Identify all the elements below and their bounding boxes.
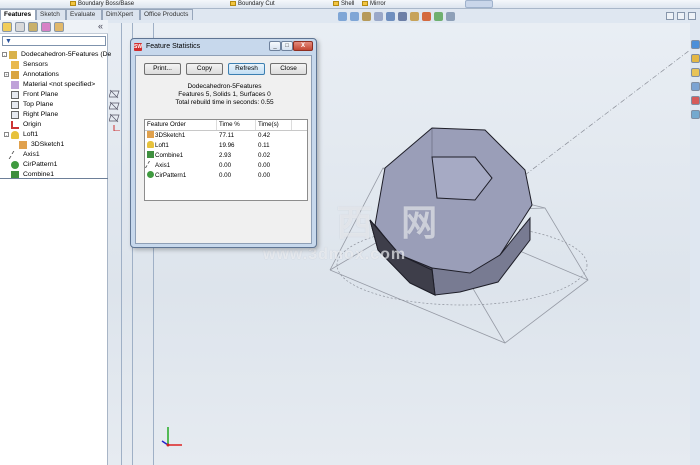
copy-button[interactable]: Copy: [186, 63, 223, 75]
tree-item-label: 3DSketch1: [31, 141, 65, 148]
row-feature-name: Axis1: [155, 162, 171, 169]
tree-item-label: Top Plane: [23, 101, 54, 108]
row-feature-cell: 3DSketch1: [147, 131, 185, 141]
row-time-percent: 19.96: [219, 142, 235, 149]
circular-pattern-icon: [147, 171, 154, 178]
tree-item-label: Loft1: [23, 131, 39, 138]
sketch3d-icon: [147, 131, 154, 138]
loft-icon: [11, 131, 19, 139]
watermark-url: www.3dmox.com: [263, 246, 407, 263]
refresh-button[interactable]: Refresh: [228, 63, 265, 75]
dialog-window-buttons: _ □ X: [269, 41, 313, 51]
tree-item-label: Annotations: [23, 71, 59, 78]
visibility-marker: [109, 101, 120, 111]
row-feature-name: Combine1: [155, 152, 184, 159]
summary-rebuild-time: Total rebuild time in seconds: 0.55: [175, 99, 274, 106]
column-header-feature-order[interactable]: Feature Order: [145, 120, 217, 130]
featuremanager-panel: « ▼ - Dodecahedron-5Features (De Sensors…: [0, 20, 112, 465]
expand-toggle[interactable]: -: [2, 52, 7, 57]
row-feature-cell: Combine1: [147, 151, 183, 161]
row-feature-name: 3DSketch1: [155, 132, 186, 139]
column-header-time-percent[interactable]: Time %: [217, 120, 256, 130]
sketch3d-icon: [19, 141, 27, 149]
row-feature-cell: CirPattern1: [147, 171, 186, 181]
summary-counts: Features 5, Solids 1, Surfaces 0: [178, 91, 271, 98]
row-time-seconds: 0.02: [258, 152, 271, 159]
minimize-button[interactable]: _: [269, 41, 281, 51]
expand-toggle[interactable]: +: [4, 72, 9, 77]
axis-icon: [8, 151, 22, 159]
summary-model-name: Dodecahedron-5Features: [187, 83, 262, 90]
material-icon: [11, 81, 19, 89]
close-window-button[interactable]: X: [293, 41, 313, 51]
part-icon: [9, 51, 17, 59]
tree-item-label: Sensors: [23, 61, 48, 68]
rollback-bar[interactable]: [0, 178, 108, 179]
loft-icon: [147, 141, 154, 148]
tree-item-label: Origin: [23, 121, 42, 128]
origin-icon: [11, 121, 19, 129]
close-button[interactable]: Close: [270, 63, 307, 75]
row-time-percent: 77.11: [219, 132, 235, 139]
featuremanager-toolbar: «: [0, 20, 108, 34]
visibility-marker: [113, 125, 120, 131]
annotation-icon: [11, 71, 19, 79]
tree-item-label: CirPattern1: [23, 161, 58, 168]
featuremanager-tree-icon[interactable]: [2, 22, 12, 32]
table-row[interactable]: Loft1 19.96 0.11: [145, 141, 307, 151]
row-feature-cell: Axis1: [144, 161, 171, 171]
propertymanager-icon[interactable]: [15, 22, 25, 32]
solidworks-logo-icon: SW: [134, 43, 143, 51]
table-row[interactable]: 3DSketch1 77.11 0.42: [145, 131, 307, 141]
circular-pattern-icon: [11, 161, 19, 169]
feature-statistics-table: Feature Order Time % Time(s) 3DSketch1 7…: [144, 119, 308, 201]
plane-icon: [11, 91, 19, 99]
visibility-marker: [109, 113, 120, 123]
collapse-panel-icon[interactable]: «: [98, 21, 103, 31]
plane-visibility-markers: [109, 89, 120, 131]
axis-line: [524, 49, 691, 176]
feature-statistics-dialog: SW Feature Statistics _ □ X Print... Cop…: [130, 38, 317, 248]
row-time-percent: 0.00: [219, 162, 232, 169]
row-time-percent: 0.00: [219, 172, 232, 179]
row-time-seconds: 0.00: [258, 172, 271, 179]
reference-triad-icon: [161, 427, 182, 447]
row-time-seconds: 0.11: [258, 142, 270, 149]
row-time-seconds: 0.00: [258, 162, 271, 169]
tree-item-label: Material <not specified>: [23, 81, 96, 88]
tree-item-label: Axis1: [23, 151, 40, 158]
expand-toggle[interactable]: -: [4, 132, 9, 137]
row-time-percent: 2.93: [219, 152, 232, 159]
plane-icon: [11, 101, 19, 109]
plane-icon: [11, 111, 19, 119]
dialog-title: Feature Statistics: [146, 43, 201, 50]
table-row[interactable]: Combine1 2.93 0.02: [145, 151, 307, 161]
table-row[interactable]: Axis1 0.00 0.00: [144, 161, 307, 171]
combine-icon: [147, 151, 154, 158]
tree-item-label: Front Plane: [23, 91, 59, 98]
displaymanager-icon[interactable]: [54, 22, 64, 32]
tree-item-label: Dodecahedron-5Features (De: [21, 51, 112, 58]
visibility-marker: [109, 89, 120, 99]
tree-item-label: Right Plane: [23, 111, 59, 118]
row-feature-name: CirPattern1: [155, 172, 187, 179]
configurationmanager-icon[interactable]: [28, 22, 38, 32]
row-feature-name: Loft1: [155, 142, 169, 149]
print-button[interactable]: Print...: [144, 63, 181, 75]
dimxpertmanager-icon[interactable]: [41, 22, 51, 32]
table-row[interactable]: CirPattern1 0.00 0.00: [145, 171, 307, 181]
column-header-time-seconds[interactable]: Time(s): [256, 120, 292, 130]
row-feature-cell: Loft1: [147, 141, 169, 151]
maximize-button[interactable]: □: [281, 41, 293, 51]
row-time-seconds: 0.42: [258, 132, 271, 139]
featuremanager-filter-input[interactable]: ▼: [2, 36, 106, 46]
dialog-body: Print... Copy Refresh Close Dodecahedron…: [135, 55, 312, 244]
funnel-icon: ▼: [5, 38, 12, 45]
sensor-icon: [11, 61, 19, 69]
